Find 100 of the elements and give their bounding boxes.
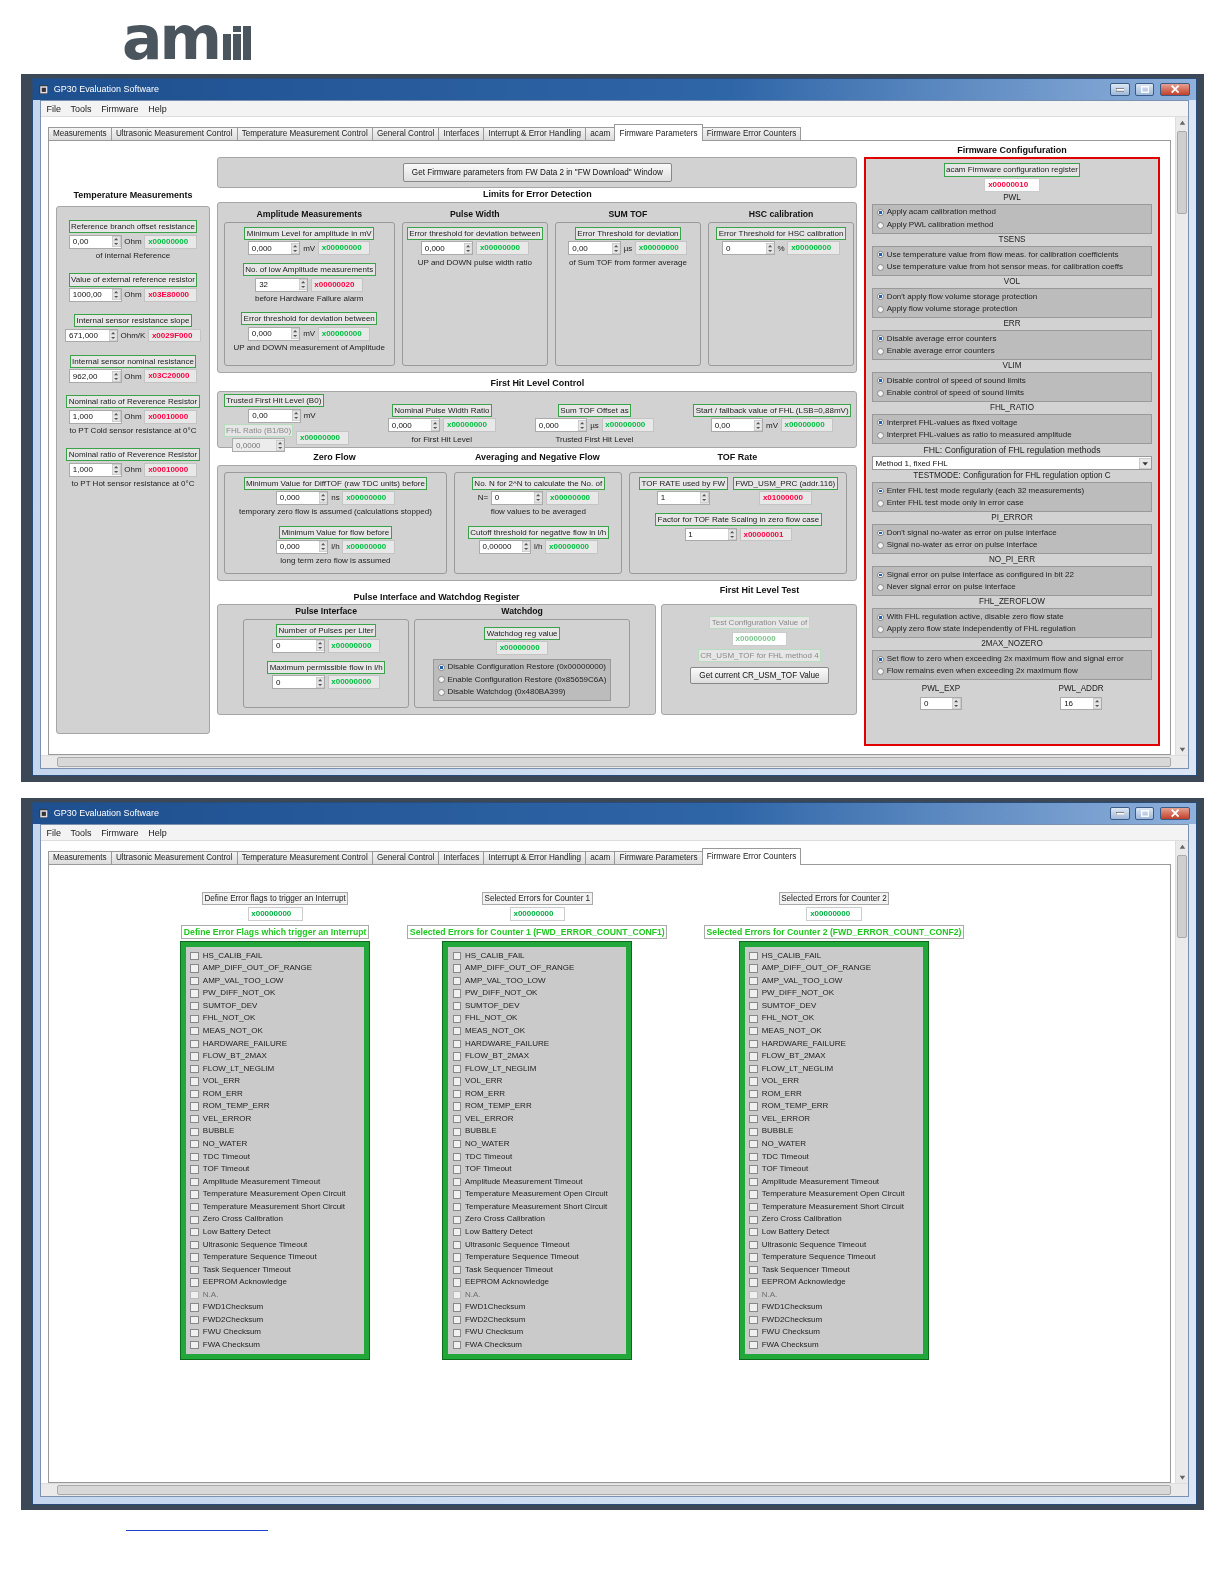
flag-checkbox[interactable]: BUBBLE [749, 1125, 919, 1139]
flag-checkbox[interactable]: FWA Checksum [749, 1339, 919, 1352]
checkbox[interactable] [190, 1341, 199, 1350]
checkbox[interactable] [452, 1152, 461, 1161]
radio-button[interactable] [877, 529, 884, 537]
stepper-icon[interactable] [534, 492, 543, 504]
flag-checkbox[interactable]: FLOW_LT_NEGLIM [452, 1062, 622, 1076]
flag-checkbox[interactable]: FLOW_BT_2MAX [452, 1050, 622, 1063]
flag-checkbox[interactable]: Temperature Measurement Short Circuit [190, 1200, 360, 1214]
number-field[interactable]: 1 [684, 527, 737, 542]
tab[interactable]: Firmware Parameters [614, 850, 703, 865]
flag-checkbox[interactable]: MEAS_NOT_OK [190, 1024, 360, 1038]
checkbox[interactable] [452, 1203, 461, 1212]
tab[interactable]: Temperature Measurement Control [236, 127, 373, 141]
flag-checkbox[interactable]: NO_WATER [190, 1138, 360, 1151]
radio-button[interactable] [877, 500, 884, 507]
checkbox[interactable] [452, 1228, 461, 1237]
menu-item[interactable]: Firmware [101, 103, 139, 114]
flag-checkbox[interactable]: Task Sequencer Timeout [452, 1263, 622, 1277]
checkbox[interactable] [749, 1077, 758, 1086]
flag-checkbox[interactable]: BUBBLE [190, 1125, 360, 1139]
tab[interactable]: Measurements [47, 127, 112, 141]
flag-checkbox[interactable]: EEPROM Acknowledge [190, 1276, 360, 1289]
checkbox[interactable] [749, 1203, 758, 1212]
checkbox[interactable] [749, 1027, 758, 1036]
number-field[interactable]: 16 [1060, 696, 1102, 711]
radio-button[interactable] [877, 347, 884, 355]
checkbox[interactable] [749, 964, 758, 973]
checkbox[interactable] [749, 1102, 758, 1111]
stepper-icon[interactable] [291, 242, 300, 254]
flag-checkbox[interactable]: FLOW_BT_2MAX [190, 1050, 360, 1063]
flag-checkbox[interactable]: AMP_VAL_TOO_LOW [190, 974, 360, 988]
radio-button[interactable] [877, 584, 884, 591]
flag-checkbox[interactable]: AMP_DIFF_OUT_OF_RANGE [749, 962, 919, 975]
radio-option[interactable]: Never signal error on pulse interface [877, 581, 1147, 594]
checkbox[interactable] [190, 1240, 199, 1249]
stepper-icon[interactable] [319, 492, 328, 504]
radio-option[interactable]: Set flow to zero when exceeding 2x maximum flow and signal error [877, 652, 1147, 666]
flag-checkbox[interactable]: HARDWARE_FAILURE [190, 1037, 360, 1051]
checkbox[interactable] [749, 1127, 758, 1136]
checkbox[interactable] [190, 1203, 199, 1212]
radio-option[interactable]: Enable control of speed of sound limits [877, 386, 1147, 400]
radio-button[interactable] [437, 664, 445, 671]
radio-button[interactable] [877, 389, 884, 397]
tab[interactable]: Interrupt & Error Handling [483, 850, 587, 865]
checkbox[interactable] [190, 1328, 199, 1337]
radio-button[interactable] [877, 613, 884, 621]
scroll-up-icon[interactable] [1178, 844, 1186, 850]
checkbox[interactable] [452, 1014, 461, 1023]
number-field[interactable]: 0,000 [420, 241, 474, 256]
checkbox[interactable] [749, 1278, 758, 1287]
flag-checkbox[interactable]: HS_CALIB_FAIL [190, 949, 360, 963]
tab[interactable]: Firmware Parameters [614, 124, 703, 141]
checkbox[interactable] [190, 964, 199, 973]
checkbox[interactable] [749, 1303, 758, 1312]
checkbox[interactable] [190, 1316, 199, 1325]
stepper-icon[interactable] [298, 279, 307, 291]
minimize-icon[interactable] [1115, 811, 1124, 816]
flag-checkbox[interactable]: VEL_ERROR [452, 1112, 622, 1126]
flag-checkbox[interactable]: SUMTOF_DEV [749, 999, 919, 1013]
number-field[interactable]: 32 [255, 277, 308, 292]
tab[interactable]: Ultrasonic Measurement Control [110, 127, 238, 141]
flag-checkbox[interactable]: TOF Timeout [190, 1163, 360, 1176]
close-button[interactable] [1159, 82, 1191, 97]
number-field[interactable]: 0,000 [248, 241, 301, 256]
minimize-button[interactable] [1110, 82, 1130, 97]
stepper-icon[interactable] [275, 439, 284, 451]
flag-checkbox[interactable]: ROM_TEMP_ERR [190, 1100, 360, 1113]
menu-item[interactable]: Tools [70, 827, 92, 838]
flag-checkbox[interactable]: FWD1Checksum [452, 1301, 622, 1314]
radio-button[interactable] [437, 688, 445, 696]
flag-checkbox[interactable]: HARDWARE_FAILURE [452, 1037, 622, 1051]
menu-item[interactable]: Help [148, 103, 167, 114]
dropdown-arrow-icon[interactable] [1138, 457, 1152, 469]
checkbox[interactable] [190, 1102, 199, 1111]
flag-checkbox[interactable]: HS_CALIB_FAIL [749, 949, 919, 963]
checkbox[interactable] [749, 1240, 758, 1249]
checkbox[interactable] [452, 1077, 461, 1086]
stepper-icon[interactable] [315, 676, 324, 688]
radio-button[interactable] [877, 263, 884, 271]
stepper-icon[interactable] [315, 640, 324, 652]
tab[interactable]: Interfaces [438, 127, 485, 141]
stepper-icon[interactable] [1092, 698, 1101, 710]
flag-checkbox[interactable]: FWU Checksum [749, 1326, 919, 1340]
number-field[interactable]: 0,000 [276, 491, 329, 505]
radio-option[interactable]: Apply PWL calibration method [877, 218, 1147, 232]
stepper-icon[interactable] [522, 541, 531, 553]
flag-checkbox[interactable]: FWU Checksum [452, 1326, 622, 1340]
radio-button[interactable] [877, 626, 884, 633]
stepper-icon[interactable] [112, 236, 121, 248]
radio-option[interactable]: Use temperature value from flow meas. for calibration coefficients [877, 248, 1147, 261]
radio-option[interactable]: Interpret FHL-values as fixed voltage [877, 416, 1147, 429]
number-field[interactable]: 962,00 [69, 369, 122, 383]
number-field[interactable]: 0 [491, 491, 544, 505]
radio-button[interactable] [437, 676, 445, 684]
checkbox[interactable] [749, 1328, 758, 1337]
checkbox[interactable] [749, 989, 758, 998]
radio-option[interactable]: Apply zero flow state independently of FHL regulation [877, 623, 1147, 636]
flag-checkbox[interactable]: Amplitude Measurement Timeout [452, 1175, 622, 1189]
number-field[interactable]: 1,000 [69, 409, 122, 424]
